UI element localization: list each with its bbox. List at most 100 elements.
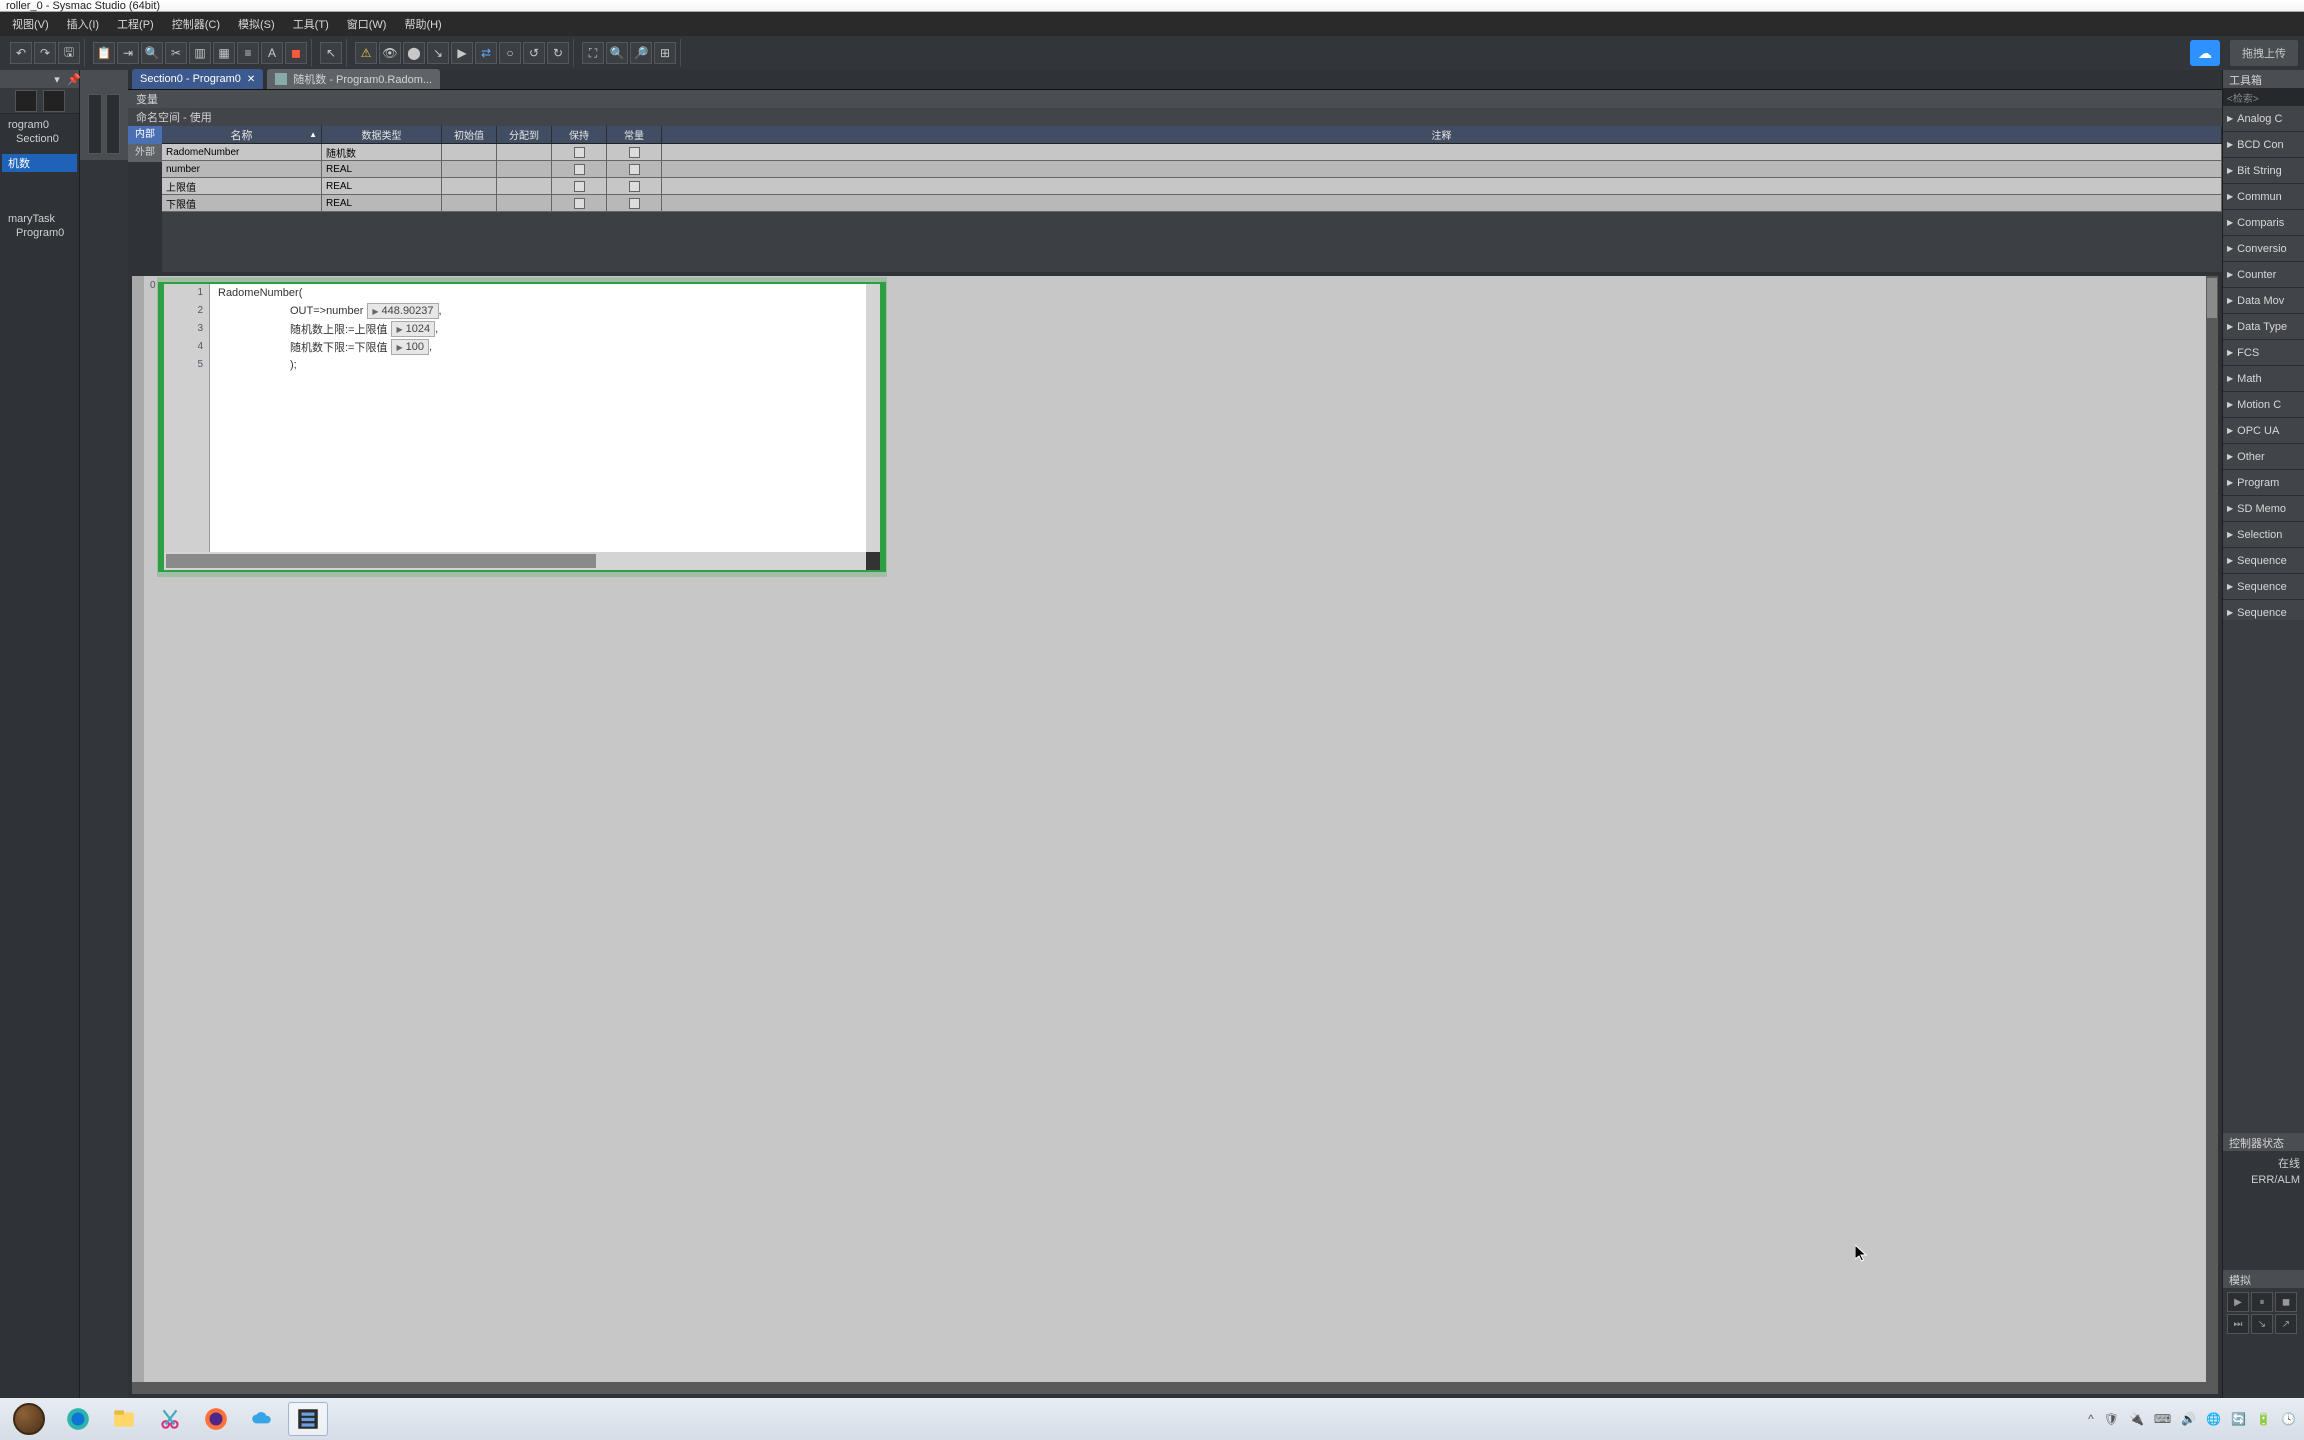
cell-alloc[interactable]: [497, 178, 552, 195]
project-tool-2[interactable]: [43, 90, 65, 112]
cell-type[interactable]: REAL: [322, 195, 442, 212]
toolbox-category[interactable]: ▶Motion C: [2223, 392, 2304, 418]
sim-stepinto-button[interactable]: ↘: [2251, 1314, 2273, 1334]
cell-keep[interactable]: [552, 195, 607, 212]
tab-section0[interactable]: Section0 - Program0 ✕: [132, 69, 263, 89]
taskbar-app-cloud[interactable]: [242, 1402, 282, 1436]
toolbox-category[interactable]: ▶Commun: [2223, 184, 2304, 210]
checkbox[interactable]: [629, 164, 640, 175]
cell-const[interactable]: [607, 178, 662, 195]
checkbox[interactable]: [574, 181, 585, 192]
checkbox[interactable]: [574, 147, 585, 158]
toolbox-category[interactable]: ▶SD Memo: [2223, 496, 2304, 522]
cell-keep[interactable]: [552, 161, 607, 178]
sim-play-button[interactable]: ▶: [2227, 1292, 2249, 1312]
col-name[interactable]: 名称: [231, 127, 253, 143]
toolbox-category[interactable]: ▶Data Type: [2223, 314, 2304, 340]
scope-external[interactable]: 外部: [128, 144, 162, 162]
code-line[interactable]: RadomeNumber(: [210, 284, 866, 302]
system-tray[interactable]: ^ 🛡 🔌 ⌨ 🔊 🌐 🔄 🔋 🕓: [2088, 1412, 2296, 1426]
grid-button[interactable]: ▦: [213, 42, 235, 64]
toolbox-list[interactable]: ▶Analog C▶BCD Con▶Bit String▶Commun▶Comp…: [2223, 106, 2304, 620]
zoomout-button[interactable]: 🔎: [630, 42, 652, 64]
expand-icon[interactable]: ▶: [2227, 114, 2233, 123]
toolbox-category[interactable]: ▶OPC UA: [2223, 418, 2304, 444]
tab-close-icon[interactable]: ✕: [247, 74, 255, 85]
sim-step-button[interactable]: ⏭: [2227, 1314, 2249, 1334]
tray-sync-icon[interactable]: 🔄: [2231, 1412, 2246, 1426]
menu-controller[interactable]: 控制器(C): [164, 14, 228, 34]
var-row[interactable]: 下限值 REAL: [162, 195, 2222, 212]
cell-type[interactable]: REAL: [322, 178, 442, 195]
element-slot-1[interactable]: [88, 94, 102, 154]
project-tool-1[interactable]: [15, 90, 37, 112]
expand-icon[interactable]: ▶: [372, 307, 378, 316]
toolbox-category[interactable]: ▶Bit String: [2223, 158, 2304, 184]
code-line[interactable]: );: [210, 356, 866, 374]
toolbox-category[interactable]: ▶Math: [2223, 366, 2304, 392]
menu-window[interactable]: 窗口(W): [339, 14, 395, 34]
cell-comment[interactable]: [662, 195, 2222, 212]
toolbox-category[interactable]: ▶Comparis: [2223, 210, 2304, 236]
checkbox[interactable]: [629, 198, 640, 209]
tray-shield-icon[interactable]: 🛡: [2104, 1412, 2119, 1426]
expand-icon[interactable]: ▶: [2227, 504, 2233, 513]
cell-comment[interactable]: [662, 178, 2222, 195]
tray-clock-icon[interactable]: 🕓: [2281, 1412, 2296, 1426]
cell-type[interactable]: REAL: [322, 161, 442, 178]
paste-button[interactable]: 📋: [93, 42, 115, 64]
taskbar-app-firefox[interactable]: [196, 1402, 236, 1436]
menu-project[interactable]: 工程(P): [109, 14, 162, 34]
toolbox-category[interactable]: ▶Other: [2223, 444, 2304, 470]
expand-icon[interactable]: ▶: [2227, 270, 2233, 279]
zoomin-button[interactable]: 🔍: [606, 42, 628, 64]
cell-name[interactable]: RadomeNumber: [162, 144, 322, 161]
cell-const[interactable]: [607, 195, 662, 212]
taskbar-app-edge[interactable]: [58, 1402, 98, 1436]
cursor-button[interactable]: ↖: [320, 42, 342, 64]
sim-pause-button[interactable]: ⏸: [2251, 1292, 2273, 1312]
cell-name[interactable]: 上限值: [162, 178, 322, 195]
redo-button[interactable]: ↷: [34, 42, 56, 64]
tray-up-icon[interactable]: ^: [2088, 1412, 2094, 1426]
watch-button[interactable]: 👁: [379, 42, 401, 64]
monitor-value[interactable]: ▶448.90237: [367, 303, 438, 319]
toolbox-category[interactable]: ▶BCD Con: [2223, 132, 2304, 158]
tab-random[interactable]: 随机数 - Program0.Radom...: [267, 69, 440, 89]
expand-icon[interactable]: ▶: [2227, 608, 2233, 617]
col-comment[interactable]: 注释: [662, 126, 2222, 143]
code-line[interactable]: 随机数下限:=下限值 ▶100 ,: [210, 338, 866, 356]
cell-alloc[interactable]: [497, 144, 552, 161]
col-alloc[interactable]: 分配到: [497, 126, 552, 143]
code-scroll-h[interactable]: [164, 552, 880, 570]
code-scroll-v[interactable]: [866, 284, 880, 552]
scope-internal[interactable]: 内部: [128, 126, 162, 144]
expand-icon[interactable]: ▶: [2227, 478, 2233, 487]
cell-keep[interactable]: [552, 144, 607, 161]
step-button[interactable]: ↘: [427, 42, 449, 64]
toolbox-search[interactable]: <检索>: [2223, 88, 2304, 106]
save-button[interactable]: 🖫: [58, 42, 80, 64]
upload-button[interactable]: 拖拽上传: [2230, 40, 2298, 66]
expand-icon[interactable]: ▶: [2227, 218, 2233, 227]
layout-button[interactable]: ▥: [189, 42, 211, 64]
toolbox-category[interactable]: ▶Data Mov: [2223, 288, 2304, 314]
cell-keep[interactable]: [552, 178, 607, 195]
toolbox-category[interactable]: ▶Conversio: [2223, 236, 2304, 262]
expand-icon[interactable]: ▶: [2227, 452, 2233, 461]
expand-icon[interactable]: ▶: [2227, 530, 2233, 539]
tray-network-icon[interactable]: 🌐: [2206, 1412, 2221, 1426]
expand-icon[interactable]: ▶: [2227, 192, 2233, 201]
variable-grid[interactable]: 名称▲ 数据类型 初始值 分配到 保持 常量 注释 RadomeNumber 随…: [162, 126, 2222, 272]
menu-tools[interactable]: 工具(T): [285, 14, 337, 34]
fwd-button[interactable]: ↻: [547, 42, 569, 64]
warning-button[interactable]: ⚠: [355, 42, 377, 64]
undo-button[interactable]: ↶: [10, 42, 32, 64]
expand-icon[interactable]: ▶: [2227, 322, 2233, 331]
panel-pin-icon[interactable]: 📌: [67, 73, 79, 86]
expand-icon[interactable]: ▶: [2227, 426, 2233, 435]
back-button[interactable]: ↺: [523, 42, 545, 64]
expand-icon[interactable]: ▶: [396, 343, 402, 352]
tree-program[interactable]: rogram0: [2, 118, 77, 132]
expand-icon[interactable]: ▶: [2227, 244, 2233, 253]
